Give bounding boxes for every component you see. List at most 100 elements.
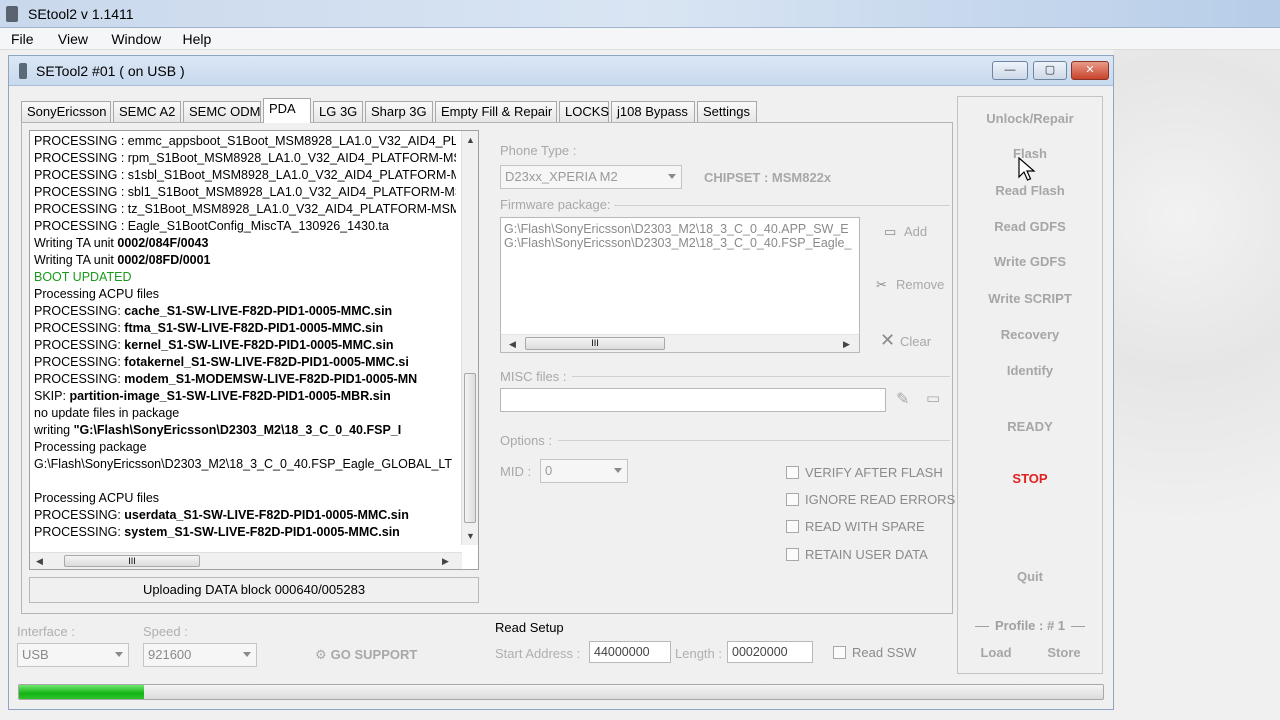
scroll-left-icon[interactable]: ◀	[36, 556, 43, 567]
length-input[interactable]: 00020000	[727, 641, 813, 663]
firmware-hscrollbar[interactable]: ◀ III ▶	[501, 334, 859, 352]
log-line-text: PROCESSING : tz_S1Boot_MSM8928_LA1.0_V32…	[34, 202, 456, 216]
menu-view[interactable]: View	[52, 28, 94, 50]
folder-open-icon[interactable]: ▭	[926, 389, 940, 407]
log-line-bold: fotakernel_S1-SW-LIVE-F82D-PID1-0005-MMC…	[124, 355, 409, 369]
close-icon: ✕	[880, 330, 896, 350]
log-line: PROCESSING: ftma_S1-SW-LIVE-F82D-PID1-00…	[34, 320, 456, 337]
mid-select[interactable]: 0	[540, 459, 628, 483]
log-line-text: PROCESSING:	[34, 525, 125, 539]
retain-user-data-checkbox[interactable]: RETAIN USER DATA	[786, 547, 928, 562]
identify-button[interactable]: Identify	[958, 363, 1102, 378]
chipset-label: CHIPSET : MSM822x	[704, 170, 832, 185]
scroll-left-icon[interactable]: ◀	[509, 339, 516, 350]
maximize-button[interactable]: ▢	[1033, 61, 1067, 80]
menu-window[interactable]: Window	[105, 28, 167, 50]
phone-type-select[interactable]: D23xx_XPERIA M2	[500, 165, 682, 189]
write-gdfs-button[interactable]: Write GDFS	[958, 254, 1102, 269]
log-line: PROCESSING : rpm_S1Boot_MSM8928_LA1.0_V3…	[34, 150, 456, 167]
profile-label: Profile : # 1	[964, 618, 1096, 633]
tab-settings[interactable]: Settings	[697, 101, 757, 122]
log-line-bold: userdata_S1-SW-LIVE-F82D-PID1-0005-MMC.s…	[124, 508, 409, 522]
firmware-file[interactable]: G:\Flash\SonyEricsson\D2303_M2\18_3_C_0_…	[501, 222, 859, 236]
log-vscroll-thumb[interactable]	[464, 373, 476, 523]
close-button[interactable]: ✕	[1071, 61, 1109, 80]
folder-icon: ▭	[884, 224, 897, 239]
scroll-right-icon[interactable]: ▶	[442, 556, 449, 567]
support-icon: ⚙	[315, 647, 327, 662]
speed-select[interactable]: 921600	[143, 643, 257, 667]
read-with-spare-checkbox[interactable]: READ WITH SPARE	[786, 519, 925, 534]
interface-select[interactable]: USB	[17, 643, 129, 667]
unlock-repair-button[interactable]: Unlock/Repair	[958, 111, 1102, 126]
log-hscroll-thumb[interactable]: III	[64, 555, 200, 567]
child-title: SETool2 #01 ( on USB )	[36, 63, 185, 79]
read-gdfs-button[interactable]: Read GDFS	[958, 219, 1102, 234]
ignore-read-errors-checkbox[interactable]: IGNORE READ ERRORS	[786, 492, 955, 507]
profile-dash-right	[1071, 626, 1086, 628]
add-label: Add	[904, 224, 928, 239]
firmware-hscroll-thumb[interactable]: III	[525, 337, 665, 350]
quit-button[interactable]: Quit	[958, 569, 1102, 584]
scroll-down-icon[interactable]: ▼	[466, 531, 475, 541]
profile-text: Profile : # 1	[994, 618, 1066, 633]
edit-icon[interactable]: ✎	[896, 389, 909, 409]
go-support-button[interactable]: ⚙ GO SUPPORT	[315, 647, 417, 663]
log-line-text: PROCESSING : s1sbl_S1Boot_MSM8928_LA1.0_…	[34, 168, 456, 182]
recovery-button[interactable]: Recovery	[958, 327, 1102, 342]
tab-j108-bypass[interactable]: j108 Bypass	[611, 101, 695, 122]
log-line-text: Writing TA unit	[34, 236, 118, 250]
log-line-text: PROCESSING : emmc_appsboot_S1Boot_MSM892…	[34, 134, 456, 148]
log-line-text: Processing ACPU files	[34, 491, 160, 505]
remove-label: Remove	[896, 277, 945, 292]
start-address-input[interactable]: 44000000	[589, 641, 671, 663]
tab-sonyericsson[interactable]: SonyEricsson	[21, 101, 111, 122]
load-profile-button[interactable]: Load	[966, 645, 1026, 660]
tab-semc-a2[interactable]: SEMC A2	[113, 101, 181, 122]
tab-pda[interactable]: PDA	[263, 98, 311, 123]
ready-status: READY	[1007, 419, 1053, 434]
menu-file[interactable]: File	[5, 28, 40, 50]
firmware-list[interactable]: G:\Flash\SonyEricsson\D2303_M2\18_3_C_0_…	[500, 217, 860, 353]
store-profile-button[interactable]: Store	[1034, 645, 1094, 660]
tab-locks[interactable]: LOCKS	[559, 101, 609, 122]
firmware-file[interactable]: G:\Flash\SonyEricsson\D2303_M2\18_3_C_0_…	[501, 236, 859, 250]
clear-label: Clear	[900, 334, 932, 349]
remove-button[interactable]: ✂ Remove	[876, 277, 944, 293]
log-line-text: Processing ACPU files	[34, 287, 160, 301]
tab-lg-3g[interactable]: LG 3G	[313, 101, 363, 122]
app-icon	[6, 6, 18, 22]
log-vertical-scrollbar[interactable]: ▲ ▼	[461, 131, 478, 545]
read-ssw-checkbox[interactable]: Read SSW	[833, 645, 916, 660]
log-horizontal-scrollbar[interactable]: ◀ III ▶	[30, 552, 462, 569]
log-box[interactable]: PROCESSING : emmc_appsboot_S1Boot_MSM892…	[29, 130, 479, 570]
tab-empty-fill-repair[interactable]: Empty Fill & Repair	[435, 101, 557, 122]
log-line-text: PROCESSING:	[34, 304, 125, 318]
log-line: Processing ACPU files	[34, 490, 456, 507]
interface-label: Interface :	[17, 624, 75, 639]
verify-after-flash-checkbox[interactable]: VERIFY AFTER FLASH	[786, 465, 943, 480]
app-titlebar: SEtool2 v 1.1411	[0, 0, 1280, 28]
log-line-bold: system_S1-SW-LIVE-F82D-PID1-0005-MMC.sin	[124, 525, 400, 539]
menu-help[interactable]: Help	[176, 28, 217, 50]
tab-semc-odm[interactable]: SEMC ODM	[183, 101, 261, 122]
log-line: PROCESSING : Eagle_S1BootConfig_MiscTA_1…	[34, 218, 456, 235]
scroll-right-icon[interactable]: ▶	[843, 339, 850, 350]
menu-bar: File View Window Help	[0, 28, 1280, 50]
checkbox-label: READ WITH SPARE	[805, 519, 925, 534]
log-line: PROCESSING: kernel_S1-SW-LIVE-F82D-PID1-…	[34, 337, 456, 354]
scroll-up-icon[interactable]: ▲	[466, 135, 475, 145]
log-line-text: Writing TA unit	[34, 253, 118, 267]
add-button[interactable]: ▭ Add	[884, 224, 927, 240]
stop-button[interactable]: STOP	[958, 471, 1102, 486]
log-line: writing "G:\Flash\SonyEricsson\D2303_M2\…	[34, 422, 456, 439]
misc-files-input[interactable]	[500, 388, 886, 412]
log-line: PROCESSING: userdata_S1-SW-LIVE-F82D-PID…	[34, 507, 456, 524]
log-line-bold: 0002/08FD/0001	[117, 253, 211, 267]
write-script-button[interactable]: Write SCRIPT	[958, 291, 1102, 306]
read-flash-button[interactable]: Read Flash	[958, 183, 1102, 198]
log-line: Processing ACPU files	[34, 286, 456, 303]
minimize-button[interactable]: —	[992, 61, 1028, 80]
clear-button[interactable]: ✕ Clear	[880, 330, 931, 351]
tab-sharp-3g[interactable]: Sharp 3G	[365, 101, 433, 122]
